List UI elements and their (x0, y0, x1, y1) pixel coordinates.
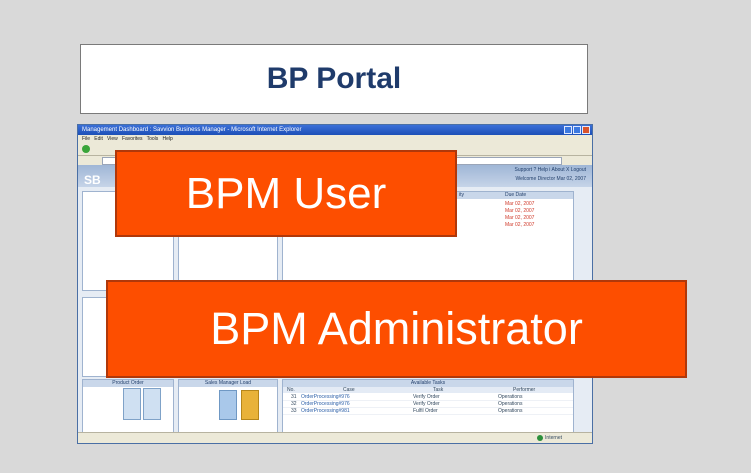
security-zone: Internet (537, 433, 562, 443)
callout-bpm-administrator: BPM Administrator (106, 280, 687, 378)
table-row[interactable]: 32 OrderProcessing#976 Verify Order Oper… (283, 401, 573, 408)
due-date-4: Mar 02, 2007 (505, 222, 535, 228)
callout-user-label: BPM User (185, 168, 387, 218)
status-bar: Internet (78, 432, 592, 443)
window-titlebar: Management Dashboard : Savvion Business … (78, 125, 592, 135)
globe-icon (537, 434, 544, 441)
chart-bar (241, 390, 259, 420)
due-date-3: Mar 02, 2007 (505, 215, 535, 221)
callout-admin-label: BPM Administrator (210, 303, 583, 354)
welcome-text: Welcome Director Mar 02, 2007 (515, 176, 587, 182)
menu-bar: File Edit View Favorites Tools Help (78, 135, 592, 143)
page-title: BP Portal (266, 62, 402, 95)
table-row[interactable]: 31 OrderProcessing#976 Verify Order Oper… (283, 394, 573, 401)
window-title: Management Dashboard : Savvion Business … (82, 127, 302, 133)
due-date-header: Due Date (505, 192, 527, 198)
maximize-icon (573, 126, 581, 134)
col-task: Task (433, 387, 444, 393)
col-no: No. (287, 387, 295, 393)
product-order-header: Product Order (83, 380, 173, 387)
title-box: BP Portal (80, 44, 588, 114)
callout-bpm-user: BPM User (115, 150, 457, 237)
window-controls (564, 126, 590, 134)
panel-available-tasks: Available Tasks No. Case Task Performer … (282, 379, 574, 435)
table-row[interactable]: 33 OrderProcessing#981 Fulfil Order Oper… (283, 408, 573, 415)
menu-view: View (107, 136, 118, 142)
due-date-2: Mar 02, 2007 (505, 208, 535, 214)
menu-file: File (82, 136, 91, 142)
col-case: Case (343, 387, 355, 393)
minimize-icon (564, 126, 572, 134)
available-tasks-header: Available Tasks (283, 380, 573, 387)
header-links: Support ? Help i About X Logout (514, 167, 586, 173)
zone-label: Internet (545, 435, 562, 441)
menu-help: Help (162, 136, 173, 142)
chart-bar (219, 390, 237, 420)
menu-edit: Edit (94, 136, 103, 142)
col-performer: Performer (513, 387, 536, 393)
back-icon (82, 145, 90, 153)
close-icon (582, 126, 590, 134)
tasks-column-headers: No. Case Task Performer (283, 387, 573, 393)
sales-manager-load-header: Sales Manager Load (179, 380, 277, 387)
activity-header: ity (459, 192, 464, 198)
menu-tools: Tools (146, 136, 159, 142)
due-date-1: Mar 02, 2007 (505, 201, 535, 207)
menu-favorites: Favorites (121, 136, 143, 142)
chart-bar (123, 388, 141, 420)
panel-sales-manager-load: Sales Manager Load (178, 379, 278, 435)
panel-product-order: Product Order (82, 379, 174, 435)
portal-logo: SB (84, 173, 101, 187)
chart-bar (143, 388, 161, 420)
